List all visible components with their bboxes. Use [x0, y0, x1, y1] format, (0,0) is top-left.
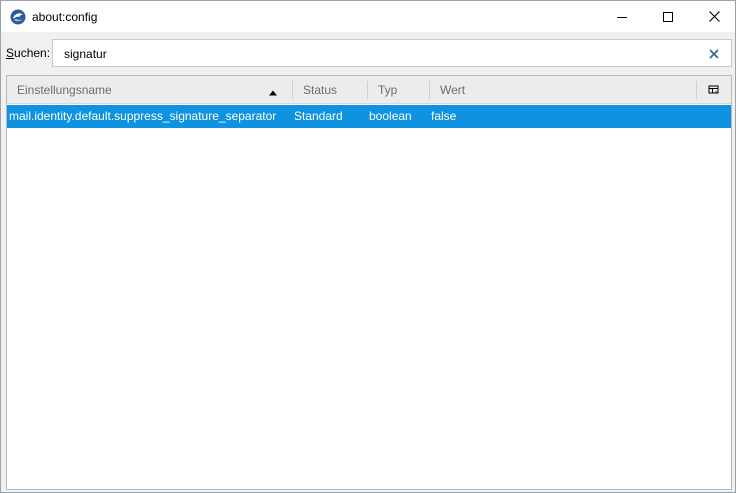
- column-header-name[interactable]: Einstellungsname: [17, 76, 112, 104]
- search-label-text: uchen:: [14, 46, 51, 60]
- close-icon: [708, 11, 720, 22]
- column-header-value[interactable]: Wert: [440, 76, 465, 104]
- minimize-button[interactable]: [599, 1, 645, 32]
- cell-status: Standard: [294, 109, 343, 123]
- search-label-accel: S: [6, 46, 15, 60]
- close-window-button[interactable]: [691, 1, 736, 32]
- cell-preference-name: mail.identity.default.suppress_signature…: [9, 109, 277, 123]
- column-picker-icon[interactable]: [707, 83, 721, 97]
- maximize-icon: [663, 11, 673, 22]
- title-bar[interactable]: about:config: [1, 1, 735, 32]
- minimize-icon: [617, 12, 627, 22]
- window-title: about:config: [32, 10, 98, 24]
- column-separator[interactable]: [292, 81, 293, 99]
- column-header-status[interactable]: Status: [303, 76, 337, 104]
- search-label: Suchen:: [6, 46, 50, 60]
- search-box[interactable]: [52, 39, 732, 67]
- column-header-type[interactable]: Typ: [378, 76, 397, 104]
- cell-type: boolean: [369, 109, 412, 123]
- column-separator[interactable]: [696, 81, 697, 99]
- sort-ascending-icon: [268, 86, 278, 96]
- clear-search-icon[interactable]: [707, 47, 721, 61]
- column-separator[interactable]: [429, 81, 430, 99]
- about-config-window: about:config Suchen: Einstellungsname: [0, 0, 736, 493]
- cell-value: false: [431, 109, 457, 123]
- table-header: Einstellungsname Status Typ Wert: [7, 76, 731, 104]
- preferences-table[interactable]: Einstellungsname Status Typ Wert mail.id…: [6, 75, 732, 490]
- thunderbird-logo-icon: [10, 9, 26, 25]
- maximize-button[interactable]: [645, 1, 691, 32]
- search-input[interactable]: [64, 46, 664, 62]
- table-row[interactable]: mail.identity.default.suppress_signature…: [7, 105, 731, 128]
- column-separator[interactable]: [367, 81, 368, 99]
